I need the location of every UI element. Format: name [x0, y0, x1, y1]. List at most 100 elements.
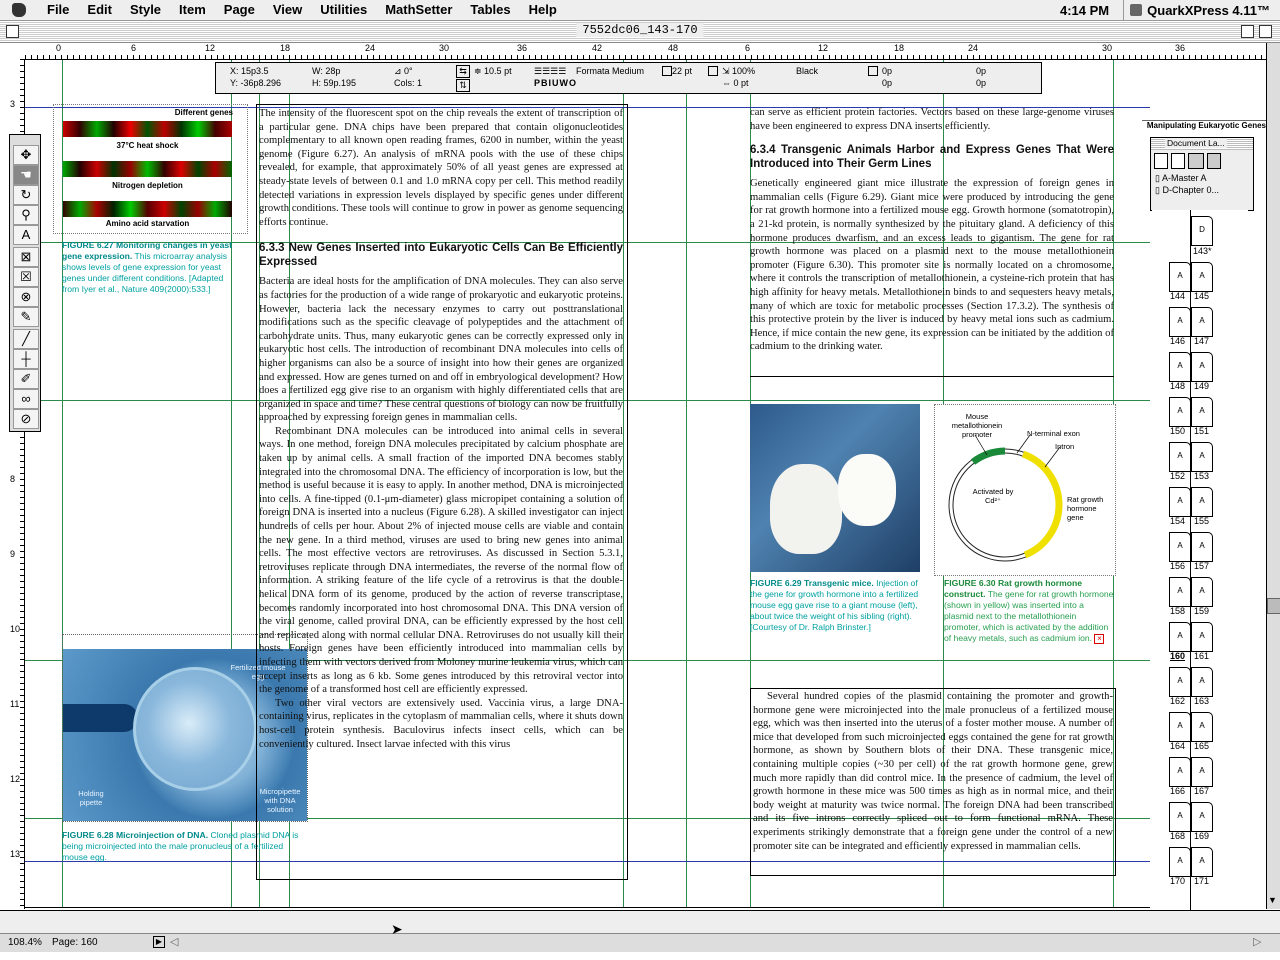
- application-menu[interactable]: QuarkXPress 4.11™: [1123, 0, 1280, 20]
- menu-item[interactable]: Item: [170, 0, 215, 20]
- type-style-buttons[interactable]: PBIUWO: [534, 77, 577, 89]
- content-tool-icon[interactable]: ☚: [13, 165, 39, 185]
- zoom-level[interactable]: 108.4%: [8, 937, 42, 948]
- page-thumbnail[interactable]: A: [1191, 802, 1213, 832]
- page-thumbnail[interactable]: A: [1191, 397, 1213, 427]
- palette-title-bar[interactable]: Document La...: [1151, 138, 1253, 150]
- flip-horizontal-icon[interactable]: ⇆: [456, 65, 470, 78]
- page-thumbnail[interactable]: A: [1169, 847, 1191, 877]
- page-thumbnail[interactable]: A: [1169, 577, 1191, 607]
- menu-mathsetter[interactable]: MathSetter: [376, 0, 461, 20]
- page-thumbnail[interactable]: A: [1191, 667, 1213, 697]
- page-thumbnail[interactable]: A: [1191, 577, 1213, 607]
- page-thumbnail[interactable]: A: [1191, 712, 1213, 742]
- page-thumbnail[interactable]: A: [1191, 352, 1213, 382]
- menu-style[interactable]: Style: [121, 0, 170, 20]
- text-box-tool-icon[interactable]: A: [13, 225, 39, 245]
- page-thumbnail[interactable]: A: [1191, 622, 1213, 652]
- flip-vertical-icon[interactable]: ⇅: [456, 79, 470, 92]
- zoom-box[interactable]: [1241, 25, 1254, 38]
- collapse-box[interactable]: [1259, 25, 1272, 38]
- scroll-down-arrow-icon[interactable]: ▼: [1268, 895, 1277, 905]
- figure-6-29-caption[interactable]: FIGURE 6.29 Transgenic mice. Injection o…: [750, 578, 922, 633]
- master-page-item[interactable]: ▯ D-Chapter 0...: [1155, 184, 1253, 196]
- unlinking-tool-icon[interactable]: ⊘: [13, 409, 39, 429]
- window-title-bar[interactable]: 7552dc06_143-170: [0, 21, 1280, 43]
- page-thumbnail[interactable]: A: [1191, 307, 1213, 337]
- y-coordinate-field[interactable]: Y: -36p8.296: [230, 77, 281, 89]
- bezier-picture-tool-icon[interactable]: ✎: [13, 307, 39, 327]
- columns-field[interactable]: Cols: 1: [394, 77, 422, 89]
- page-thumbnail[interactable]: A: [1191, 757, 1213, 787]
- page-thumbnail[interactable]: A: [1169, 442, 1191, 472]
- horizontal-ruler[interactable]: 0 6 12 18 24 30 36 42 48 6 12 18 24 30 3…: [25, 43, 1280, 60]
- oval-picture-tool-icon[interactable]: ⊗: [13, 287, 39, 307]
- item-tool-icon[interactable]: ✥: [13, 145, 39, 165]
- leading-value[interactable]: 10.5 pt: [484, 66, 512, 76]
- page-thumbnail[interactable]: A: [1169, 262, 1191, 292]
- shade-field[interactable]: 0p: [976, 77, 986, 89]
- menu-edit[interactable]: Edit: [78, 0, 121, 20]
- page-thumbnail[interactable]: A: [1191, 487, 1213, 517]
- menu-page[interactable]: Page: [215, 0, 264, 20]
- menu-view[interactable]: View: [264, 0, 311, 20]
- rotation-value[interactable]: 0°: [404, 66, 413, 76]
- horizontal-scrollbar[interactable]: [0, 910, 1280, 947]
- width-field[interactable]: W: 28p: [312, 65, 340, 77]
- linking-tool-icon[interactable]: ∞: [13, 389, 39, 409]
- figure-6-27-caption[interactable]: FIGURE 6.27 Monitoring changes in yeast …: [62, 240, 232, 295]
- document-layout-palette[interactable]: Document La... ▯ A-Master A ▯ D-Chapter …: [1150, 137, 1254, 211]
- page-thumbnail[interactable]: A: [1191, 442, 1213, 472]
- page-thumbnail[interactable]: D: [1191, 216, 1213, 246]
- size-dropdown-icon[interactable]: [708, 66, 718, 76]
- page-thumbnail[interactable]: A: [1191, 847, 1213, 877]
- close-box[interactable]: [6, 25, 19, 38]
- rect-picture-tool-icon[interactable]: ☒: [13, 267, 39, 287]
- blank-page-icon[interactable]: [1154, 153, 1168, 169]
- menu-utilities[interactable]: Utilities: [311, 0, 376, 20]
- picture-box-tool-icon[interactable]: ⊠: [13, 247, 39, 267]
- zoom-tool-icon[interactable]: ⚲: [13, 205, 39, 225]
- figure-6-30-caption[interactable]: FIGURE 6.30 Rat growth hormone construct…: [944, 578, 1114, 644]
- figure-6-30-diagram[interactable]: Mouse metallothionein promoter N-termina…: [934, 404, 1116, 576]
- page-thumbnail[interactable]: A: [1169, 487, 1191, 517]
- right-text-box-top[interactable]: can serve as efficient protein factories…: [750, 104, 1114, 377]
- height-field[interactable]: H: 59p.195: [312, 77, 356, 89]
- text-path-tool-icon[interactable]: ✐: [13, 369, 39, 389]
- page-menu-arrow-icon[interactable]: ▶: [153, 936, 165, 948]
- page-thumbnail[interactable]: A: [1169, 757, 1191, 787]
- right-text-box-bottom[interactable]: Several hundred copies of the plasmid co…: [750, 688, 1116, 876]
- scroll-right-arrow-icon[interactable]: ▷: [1253, 935, 1261, 948]
- font-dropdown-icon[interactable]: [662, 66, 672, 76]
- x-coordinate-field[interactable]: X: 15p3.5: [230, 65, 269, 77]
- page-thumbnail[interactable]: A: [1169, 802, 1191, 832]
- shade-field[interactable]: 0p: [976, 65, 986, 77]
- page-thumbnail[interactable]: A: [1169, 622, 1191, 652]
- vertical-scroll-thumb[interactable]: [1267, 598, 1280, 614]
- line-tool-icon[interactable]: ╱: [13, 329, 39, 349]
- menu-tables[interactable]: Tables: [461, 0, 519, 20]
- page-thumbnail[interactable]: A: [1169, 352, 1191, 382]
- master-page-item[interactable]: ▯ A-Master A: [1155, 172, 1253, 184]
- menu-help[interactable]: Help: [520, 0, 566, 20]
- orthogonal-line-tool-icon[interactable]: ┼: [13, 349, 39, 369]
- page-thumbnail[interactable]: A: [1169, 712, 1191, 742]
- page-thumbnail[interactable]: A: [1169, 532, 1191, 562]
- page-indicator[interactable]: Page: 160: [52, 937, 98, 948]
- kern-value[interactable]: 0 pt: [734, 78, 749, 88]
- rotation-tool-icon[interactable]: ↻: [13, 185, 39, 205]
- middle-text-box[interactable]: The intensity of the fluorescent spot on…: [256, 104, 628, 880]
- scroll-left-arrow-icon[interactable]: ◁: [170, 935, 178, 948]
- transgenic-mice-photo[interactable]: [750, 404, 920, 572]
- shade-field[interactable]: 0p: [882, 77, 892, 89]
- scale-value[interactable]: 100%: [732, 66, 755, 76]
- color-dropdown-icon[interactable]: [868, 66, 878, 76]
- alignment-buttons[interactable]: ☰☰☰☰: [534, 65, 566, 77]
- shade-field[interactable]: 0p: [882, 65, 892, 77]
- overflow-indicator-icon[interactable]: ×: [1094, 634, 1105, 644]
- measurements-palette[interactable]: X: 15p3.5 Y: -36p8.296 W: 28p H: 59p.195…: [215, 62, 1042, 94]
- facing-page-icon[interactable]: [1171, 153, 1185, 169]
- vertical-scrollbar[interactable]: ▼: [1266, 43, 1280, 909]
- font-field[interactable]: Formata Medium: [576, 65, 644, 77]
- figure-6-27-box[interactable]: Different genes 37°C heat shock Nitrogen…: [53, 104, 248, 234]
